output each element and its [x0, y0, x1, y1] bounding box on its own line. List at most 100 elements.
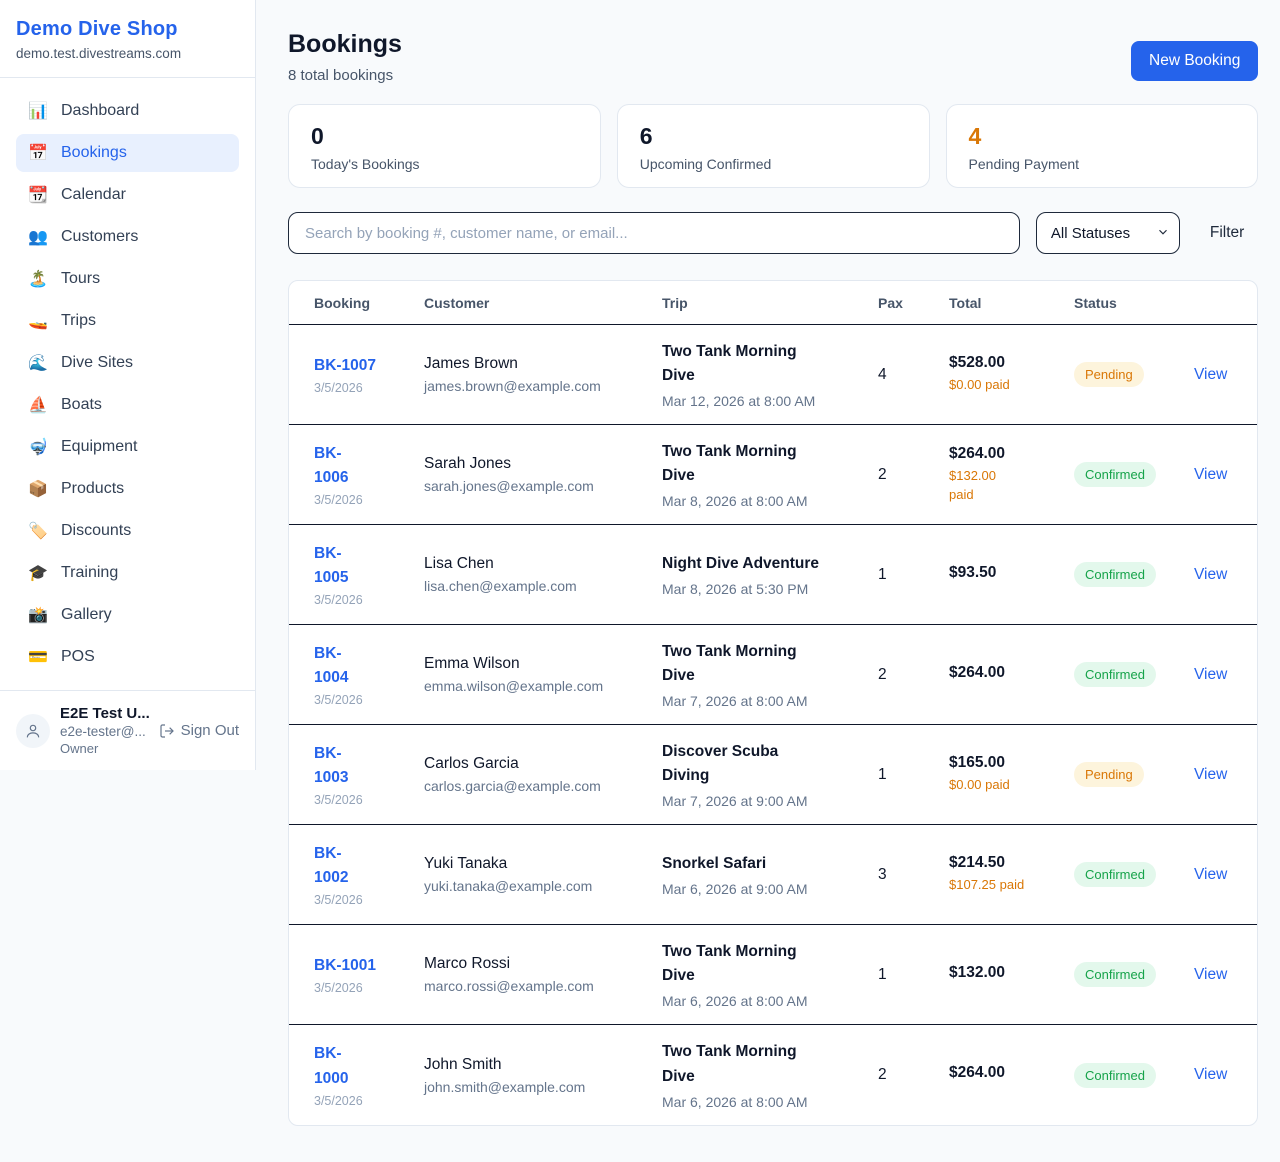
view-link[interactable]: View [1194, 366, 1227, 383]
customer-email: yuki.tanaka@example.com [424, 878, 652, 894]
booking-id-link[interactable]: BK-1007 [314, 354, 414, 378]
trip-name: Discover Scuba Diving [662, 740, 868, 788]
status-cell: Confirmed [1074, 948, 1194, 1001]
sidebar-item-trips[interactable]: 🚤 Trips [16, 302, 239, 340]
status-cell: Confirmed [1074, 548, 1194, 601]
trip-datetime: Mar 8, 2026 at 5:30 PM [662, 581, 868, 597]
view-link[interactable]: View [1194, 766, 1227, 783]
view-link[interactable]: View [1194, 866, 1227, 883]
trip-datetime: Mar 6, 2026 at 9:00 AM [662, 881, 868, 897]
sidebar-item-training[interactable]: 🎓 Training [16, 554, 239, 592]
column-header-trip: Trip [662, 281, 878, 324]
paid-amount: $107.25 paid [949, 876, 1064, 895]
booking-cell: BK- 1002 3/5/2026 [314, 828, 424, 921]
booking-id-link[interactable]: BK- 1000 [314, 1042, 414, 1090]
total-cell: $264.00 [949, 650, 1074, 700]
booking-cell: BK- 1004 3/5/2026 [314, 628, 424, 721]
sidebar-item-gallery[interactable]: 📸 Gallery [16, 596, 239, 634]
sidebar-item-label: Equipment [61, 438, 138, 456]
sidebar-item-discounts[interactable]: 🏷️ Discounts [16, 512, 239, 550]
sidebar-item-bookings[interactable]: 📅 Bookings [16, 134, 239, 172]
paid-amount: $0.00 paid [949, 776, 1064, 795]
view-link[interactable]: View [1194, 1066, 1227, 1083]
booking-date: 3/5/2026 [314, 593, 414, 607]
person-icon [24, 722, 42, 740]
sidebar-item-pos[interactable]: 💳 POS [16, 638, 239, 676]
booking-id-link[interactable]: BK- 1005 [314, 542, 414, 590]
view-cell: View [1194, 552, 1237, 598]
sidebar-item-label: Trips [61, 312, 96, 330]
booking-id-link[interactable]: BK- 1003 [314, 742, 414, 790]
booking-id-link[interactable]: BK- 1004 [314, 642, 414, 690]
user-block: E2E Test U... e2e-tester@... Owner [60, 705, 149, 756]
status-cell: Confirmed [1074, 648, 1194, 701]
sidebar-item-equipment[interactable]: 🤿 Equipment [16, 428, 239, 466]
sidebar-item-label: Products [61, 480, 124, 498]
customer-name: Yuki Tanaka [424, 855, 652, 873]
trip-cell: Snorkel Safari Mar 6, 2026 at 9:00 AM [662, 838, 878, 911]
status-select[interactable]: All Statuses [1036, 212, 1180, 254]
island-icon: 🏝️ [28, 269, 48, 289]
sidebar-item-dashboard[interactable]: 📊 Dashboard [16, 92, 239, 130]
sidebar-item-customers[interactable]: 👥 Customers [16, 218, 239, 256]
booking-cell: BK- 1006 3/5/2026 [314, 428, 424, 521]
stat-card: 0 Today's Bookings [288, 104, 601, 188]
customer-cell: Lisa Chen lisa.chen@example.com [424, 541, 662, 608]
sidebar-item-label: Dive Sites [61, 354, 133, 372]
total-cell: $264.00 $132.00 paid [949, 431, 1074, 519]
new-booking-button[interactable]: New Booking [1131, 41, 1258, 81]
pax-cell: 4 [878, 352, 949, 398]
table-row: BK- 1005 3/5/2026 Lisa Chen lisa.chen@ex… [289, 525, 1257, 625]
brand-name[interactable]: Demo Dive Shop [16, 18, 239, 41]
customer-email: marco.rossi@example.com [424, 978, 652, 994]
total-amount: $264.00 [949, 664, 1064, 682]
sidebar-item-products[interactable]: 📦 Products [16, 470, 239, 508]
customer-cell: Carlos Garcia carlos.garcia@example.com [424, 741, 662, 808]
sidebar-item-tours[interactable]: 🏝️ Tours [16, 260, 239, 298]
customer-email: lisa.chen@example.com [424, 578, 652, 594]
stat-label: Upcoming Confirmed [640, 156, 907, 172]
sidebar-item-boats[interactable]: ⛵ Boats [16, 386, 239, 424]
pax-cell: 1 [878, 752, 949, 798]
paid-amount: $0.00 paid [949, 376, 1064, 395]
paid-amount: $132.00 paid [949, 467, 1064, 505]
trip-cell: Two Tank Morning Dive Mar 7, 2026 at 8:0… [662, 626, 878, 723]
calendar-icon: 📅 [28, 143, 48, 163]
people-icon: 👥 [28, 227, 48, 247]
table-body: BK-1007 3/5/2026 James Brown james.brown… [289, 325, 1257, 1125]
user-name: E2E Test U... [60, 705, 149, 722]
total-amount: $93.50 [949, 564, 1064, 582]
page-header: Bookings 8 total bookings New Booking [288, 30, 1258, 84]
booking-cell: BK-1001 3/5/2026 [314, 940, 424, 1009]
sidebar-item-label: Customers [61, 228, 138, 246]
booking-id-link[interactable]: BK- 1002 [314, 842, 414, 890]
trip-cell: Two Tank Morning Dive Mar 6, 2026 at 8:0… [662, 926, 878, 1023]
sidebar-item-calendar[interactable]: 📆 Calendar [16, 176, 239, 214]
table-row: BK- 1000 3/5/2026 John Smith john.smith@… [289, 1025, 1257, 1125]
stat-card: 4 Pending Payment [946, 104, 1259, 188]
trip-datetime: Mar 12, 2026 at 8:00 AM [662, 393, 868, 409]
booking-cell: BK- 1005 3/5/2026 [314, 528, 424, 621]
sign-out-button[interactable]: Sign Out [159, 722, 239, 739]
customer-name: Lisa Chen [424, 555, 652, 573]
status-cell: Pending [1074, 348, 1194, 401]
booking-id-link[interactable]: BK-1001 [314, 954, 414, 978]
search-input[interactable] [288, 212, 1020, 254]
booking-date: 3/5/2026 [314, 693, 414, 707]
sidebar-item-label: Discounts [61, 522, 131, 540]
filter-button[interactable]: Filter [1196, 216, 1258, 250]
wave-icon: 🌊 [28, 353, 48, 373]
view-link[interactable]: View [1194, 966, 1227, 983]
sign-out-label: Sign Out [181, 722, 239, 739]
booking-id-link[interactable]: BK- 1006 [314, 442, 414, 490]
trip-name: Night Dive Adventure [662, 552, 868, 576]
sidebar-item-dive-sites[interactable]: 🌊 Dive Sites [16, 344, 239, 382]
sidebar-item-label: Bookings [61, 144, 127, 162]
pax-cell: 3 [878, 852, 949, 898]
view-link[interactable]: View [1194, 566, 1227, 583]
customer-email: john.smith@example.com [424, 1079, 652, 1095]
view-link[interactable]: View [1194, 466, 1227, 483]
booking-cell: BK-1007 3/5/2026 [314, 340, 424, 409]
view-link[interactable]: View [1194, 666, 1227, 683]
trip-name: Two Tank Morning Dive [662, 940, 868, 988]
